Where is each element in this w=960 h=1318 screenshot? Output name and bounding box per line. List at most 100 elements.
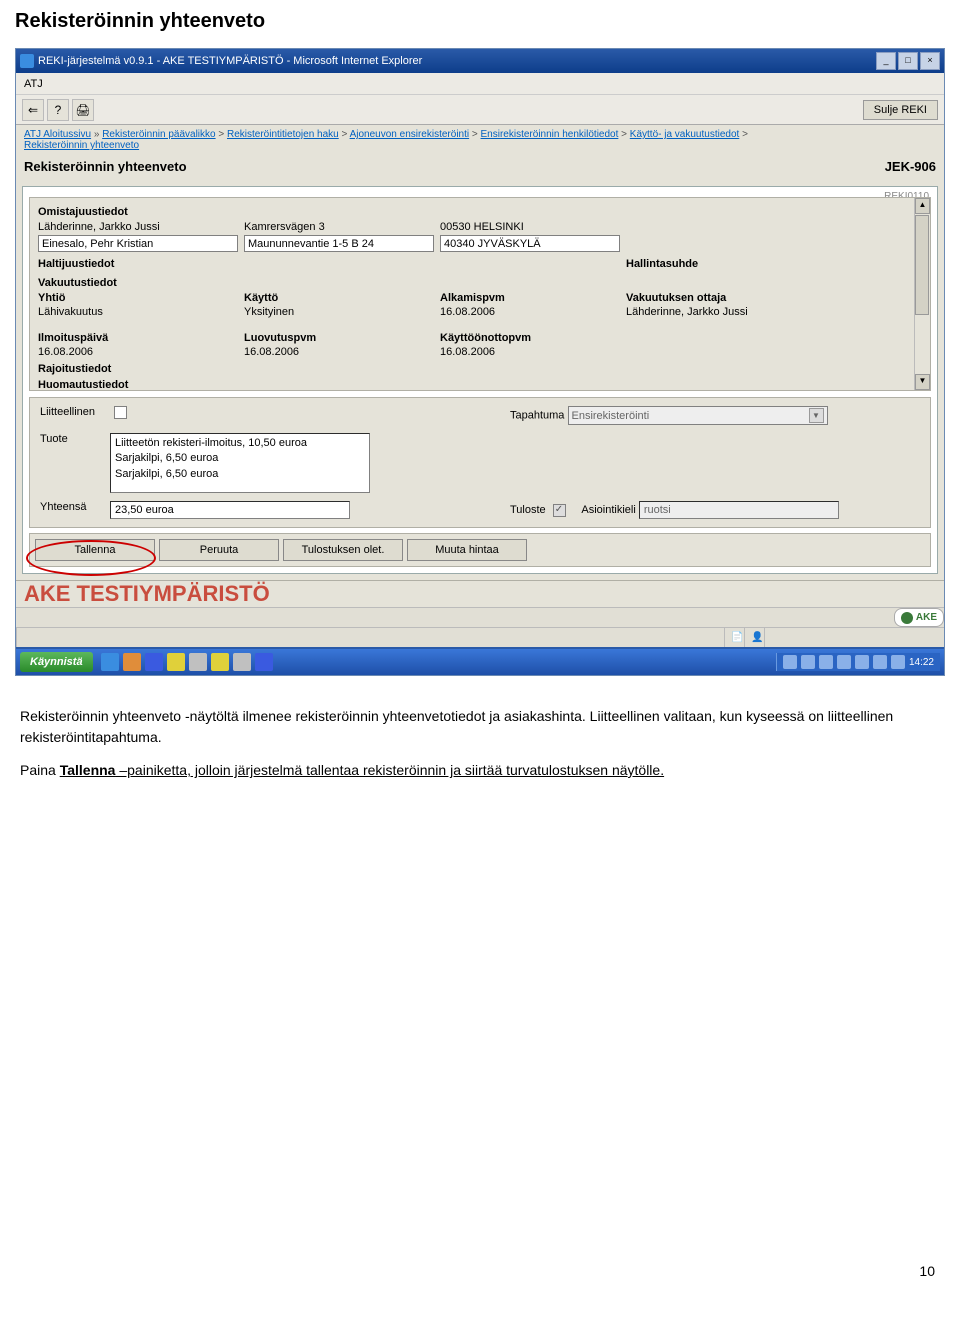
taskbar-icon[interactable]: [167, 653, 185, 671]
system-tray[interactable]: 14:22: [776, 653, 940, 671]
kayttoonotto-value: 16.08.2006: [440, 346, 620, 358]
product-item: Sarjakilpi, 6,50 euroa: [115, 467, 365, 482]
kaytto-value: Yksityinen: [244, 306, 434, 318]
taskbar-icon[interactable]: [233, 653, 251, 671]
text: Paina: [20, 762, 60, 778]
breadcrumb-link[interactable]: Käyttö- ja vakuutustiedot: [630, 129, 740, 140]
hallintasuhde-label: Hallintasuhde: [626, 258, 910, 270]
tray-icon[interactable]: [801, 655, 815, 669]
status-icon: 👤: [744, 628, 764, 647]
status-segment: [16, 628, 724, 647]
tallenna-button[interactable]: Tallenna: [35, 539, 155, 561]
tray-icon[interactable]: [783, 655, 797, 669]
print-button[interactable]: 🖨: [72, 99, 94, 121]
toolbar: ⇐ ? 🖨 Sulje REKI: [16, 95, 944, 125]
owner-name: Lähderinne, Jarkko Jussi: [38, 221, 238, 233]
page-title: Rekisteröinnin yhteenveto: [24, 159, 187, 174]
taskbar: Käynnistä 14:22: [16, 647, 944, 675]
breadcrumb: ATJ Aloitussivu » Rekisteröinnin päävali…: [16, 125, 944, 155]
breadcrumb-link[interactable]: Rekisteröinnin päävalikko: [102, 129, 215, 140]
close-button[interactable]: ×: [920, 52, 940, 70]
tray-icon[interactable]: [855, 655, 869, 669]
maximize-button[interactable]: □: [898, 52, 918, 70]
ake-logo: AKE: [894, 608, 944, 627]
owner2-city[interactable]: 40340 JYVÄSKYLÄ: [440, 235, 620, 252]
breadcrumb-link[interactable]: Ensirekisteröinnin henkilötiedot: [481, 129, 619, 140]
tuloste-label: Tuloste: [510, 504, 546, 516]
product-item: Sarjakilpi, 6,50 euroa: [115, 451, 365, 466]
yhteensa-label: Yhteensä: [40, 501, 110, 513]
breadcrumb-home[interactable]: ATJ Aloitussivu: [24, 129, 91, 140]
page-title-row: Rekisteröinnin yhteenveto JEK-906: [16, 155, 944, 180]
ie-icon: [20, 54, 34, 68]
scroll-down-button[interactable]: ▼: [915, 374, 930, 390]
taskbar-icon[interactable]: [189, 653, 207, 671]
tulostus-button[interactable]: Tulostuksen olet.: [283, 539, 403, 561]
minimize-button[interactable]: _: [876, 52, 896, 70]
tapahtuma-value: Ensirekisteröinti: [572, 410, 650, 422]
status-icon: 📄: [724, 628, 744, 647]
owner2-name[interactable]: Einesalo, Pehr Kristian: [38, 235, 238, 252]
titlebar: REKI-järjestelmä v0.9.1 - AKE TESTIYMPÄR…: [16, 49, 944, 73]
content-area: REKI0110 ▲ ▼ Omistajuustiedot Lähderinne…: [16, 180, 944, 580]
clock: 14:22: [909, 657, 934, 668]
tray-icon[interactable]: [819, 655, 833, 669]
registration-number: JEK-906: [885, 159, 936, 174]
yhtio-header: Yhtiö: [38, 292, 238, 304]
lower-panel: Liitteellinen Tapahtuma Ensirekisteröint…: [29, 397, 931, 528]
help-button[interactable]: ?: [47, 99, 69, 121]
tuote-label: Tuote: [40, 433, 110, 445]
luovutus-header: Luovutuspvm: [244, 332, 434, 344]
taskbar-icon[interactable]: [123, 653, 141, 671]
rajoitus-label: Rajoitustiedot: [38, 363, 910, 375]
omistajuus-label: Omistajuustiedot: [38, 206, 910, 218]
scroll-up-button[interactable]: ▲: [915, 198, 930, 214]
breadcrumb-current[interactable]: Rekisteröinnin yhteenveto: [24, 140, 139, 151]
breadcrumb-link[interactable]: Rekisteröintitietojen haku: [227, 129, 339, 140]
taskbar-icon[interactable]: [101, 653, 119, 671]
tapahtuma-label: Tapahtuma: [510, 410, 564, 422]
owner-city: 00530 HELSINKI: [440, 221, 620, 233]
liitteellinen-label: Liitteellinen: [40, 406, 110, 418]
tapahtuma-dropdown[interactable]: Ensirekisteröinti ▼: [568, 406, 828, 425]
tray-icon[interactable]: [837, 655, 851, 669]
text: –painiketta, jolloin järjestelmä tallent…: [115, 762, 664, 778]
breadcrumb-link[interactable]: Ajoneuvon ensirekisteröinti: [350, 129, 470, 140]
doc-heading: Rekisteröinnin yhteenveto: [0, 0, 960, 48]
yhtio-value: Lähivakuutus: [38, 306, 238, 318]
data-panel: ▲ ▼ Omistajuustiedot Lähderinne, Jarkko …: [29, 197, 931, 391]
luovutus-value: 16.08.2006: [244, 346, 434, 358]
tallenna-ref: Tallenna: [60, 762, 116, 778]
alkamis-header: Alkamispvm: [440, 292, 620, 304]
back-button[interactable]: ⇐: [22, 99, 44, 121]
ilmoitus-header: Ilmoituspäivä: [38, 332, 238, 344]
alkamis-value: 16.08.2006: [440, 306, 620, 318]
ottaja-value: Lähderinne, Jarkko Jussi: [626, 306, 910, 318]
huom-label: Huomautustiedot: [38, 379, 910, 388]
taskbar-icon[interactable]: [255, 653, 273, 671]
start-button[interactable]: Käynnistä: [20, 652, 93, 672]
kayttoonotto-header: Käyttöönottopvm: [440, 332, 620, 344]
taskbar-icon[interactable]: [145, 653, 163, 671]
ottaja-header: Vakuutuksen ottaja: [626, 292, 910, 304]
owner2-address[interactable]: Maununnevantie 1-5 B 24: [244, 235, 434, 252]
muuta-button[interactable]: Muuta hintaa: [407, 539, 527, 561]
liitteellinen-checkbox[interactable]: [114, 406, 127, 419]
tray-icon[interactable]: [891, 655, 905, 669]
tuloste-checkbox[interactable]: [553, 504, 566, 517]
doc-body-text: Rekisteröinnin yhteenveto -näytöltä ilme…: [0, 676, 960, 803]
scrollbar[interactable]: ▲ ▼: [914, 198, 930, 390]
scroll-thumb[interactable]: [915, 215, 929, 315]
browser-window: REKI-järjestelmä v0.9.1 - AKE TESTIYMPÄR…: [15, 48, 945, 676]
peruuta-button[interactable]: Peruuta: [159, 539, 279, 561]
button-row: Tallenna Peruuta Tulostuksen olet. Muuta…: [29, 533, 931, 567]
watermark: AKE TESTIYMPÄRISTÖ: [16, 580, 944, 607]
white-panel: REKI0110 ▲ ▼ Omistajuustiedot Lähderinne…: [22, 186, 938, 574]
close-reki-button[interactable]: Sulje REKI: [863, 100, 938, 120]
tuote-listbox[interactable]: Liitteetön rekisteri-ilmoitus, 10,50 eur…: [110, 433, 370, 493]
vakuutus-label: Vakuutustiedot: [38, 277, 910, 289]
chevron-down-icon: ▼: [809, 408, 824, 423]
taskbar-icon[interactable]: [211, 653, 229, 671]
menu-bar[interactable]: ATJ: [16, 73, 944, 95]
tray-icon[interactable]: [873, 655, 887, 669]
